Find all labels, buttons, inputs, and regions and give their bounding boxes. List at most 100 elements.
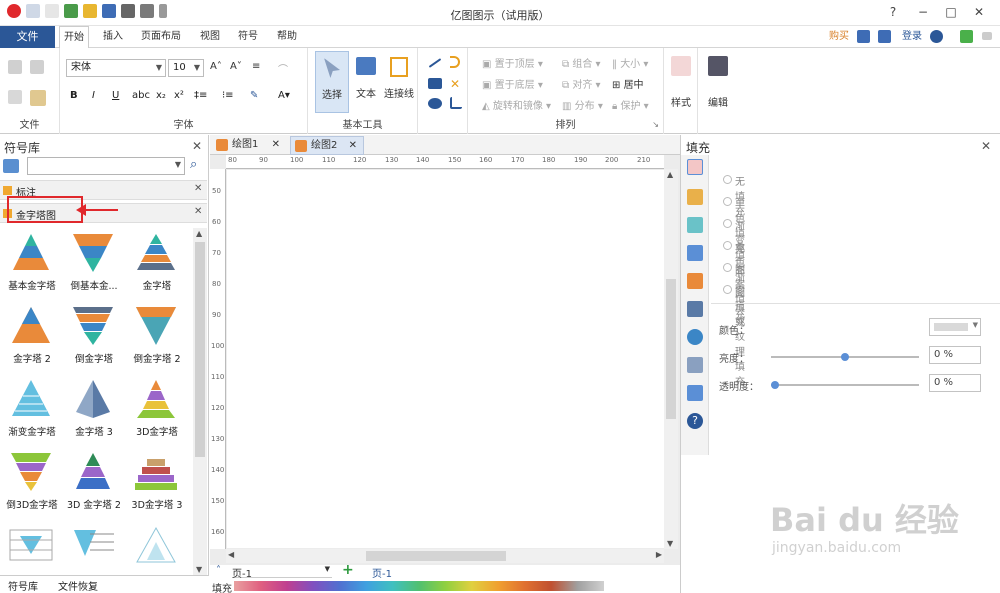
subscript-icon[interactable]: x₂ xyxy=(156,90,166,101)
transparency-input[interactable]: 0 % xyxy=(929,374,981,392)
scroll-thumb[interactable] xyxy=(666,279,676,419)
group-button[interactable]: ⧉ 组合 ▾ xyxy=(562,55,601,70)
symbol-search-input[interactable]: ▼ xyxy=(27,157,185,175)
shape-list-scrollbar[interactable]: ▲ ▼ xyxy=(193,228,207,575)
strikethrough-icon[interactable]: abc xyxy=(132,90,150,101)
canvas-horizontal-scrollbar[interactable]: ◀ ▶ xyxy=(226,549,664,563)
shape-inverted-basic-pyramid[interactable]: 倒基本金... xyxy=(63,228,125,301)
radio-button[interactable] xyxy=(723,197,732,206)
copy-icon[interactable] xyxy=(8,90,22,104)
shape-pyramid-3[interactable]: 金字塔 3 xyxy=(63,374,125,447)
shape-3d-pyramid-2[interactable]: 3D 金字塔 2 xyxy=(63,447,125,520)
comment-icon[interactable] xyxy=(687,385,703,401)
search-icon[interactable]: ⌕ xyxy=(190,157,197,172)
canvas-vertical-scrollbar[interactable]: ▲ ▼ xyxy=(664,169,678,549)
align-icon[interactable]: ≡ xyxy=(252,61,260,72)
protect-button[interactable]: 🔒︎ 保护 ▾ xyxy=(612,97,649,112)
rotate-mirror-button[interactable]: ◭ 旋转和镜像 ▾ xyxy=(482,97,551,112)
page-select[interactable]: 页-1 ▼ xyxy=(232,565,332,580)
scroll-right-icon[interactable]: ▶ xyxy=(656,550,662,559)
paste-icon[interactable] xyxy=(30,90,46,106)
line-spacing-icon[interactable]: ‡≡ xyxy=(194,90,207,101)
close-icon[interactable]: ✕ xyxy=(981,139,991,153)
tab-page-layout[interactable]: 页面布局 xyxy=(137,26,185,48)
fill-icon[interactable] xyxy=(687,159,703,175)
theme-icon[interactable] xyxy=(687,329,703,345)
tab-home[interactable]: 开始 xyxy=(59,26,89,49)
bring-to-top-button[interactable]: ▣ 置于顶层 ▾ xyxy=(482,55,543,70)
expand-arrange-icon[interactable]: ↘ xyxy=(652,120,659,129)
crop-icon[interactable] xyxy=(450,97,462,109)
shape-inverted-pyramid-table[interactable] xyxy=(63,520,125,575)
ellipse-icon[interactable] xyxy=(428,98,442,109)
shape-pyramid-2[interactable]: 金字塔 2 xyxy=(1,301,63,374)
scroll-down-icon[interactable]: ▼ xyxy=(667,539,673,548)
brightness-input[interactable]: 0 % xyxy=(929,346,981,364)
scroll-up-icon[interactable]: ▲ xyxy=(196,229,202,238)
shape-basic-pyramid[interactable]: 基本金字塔 xyxy=(1,228,63,301)
curve-icon[interactable] xyxy=(450,56,460,68)
shape-pyramid[interactable]: 金字塔 xyxy=(126,228,188,301)
shape-inverted-pyramid-2[interactable]: 倒金字塔 2 xyxy=(126,301,188,374)
image-icon[interactable] xyxy=(687,245,703,261)
edit-button-label[interactable]: 编辑 xyxy=(698,94,738,109)
select-tool[interactable]: 选择 xyxy=(315,51,349,113)
superscript-icon[interactable]: x² xyxy=(174,90,184,101)
maximize-button[interactable]: □ xyxy=(938,3,964,21)
shape-inverted-pyramid[interactable]: 倒金字塔 xyxy=(63,301,125,374)
ribbon-toggle-icon[interactable] xyxy=(982,32,992,40)
scroll-thumb[interactable] xyxy=(195,242,205,457)
tab-view[interactable]: 视图 xyxy=(196,26,224,48)
scroll-up-icon[interactable]: ▲ xyxy=(667,170,673,179)
underline-icon[interactable]: U xyxy=(112,90,119,101)
center-button[interactable]: ⊞ 居中 xyxy=(612,76,644,91)
close-icon[interactable]: ✕ xyxy=(194,206,202,217)
minimize-button[interactable]: − xyxy=(910,3,936,21)
font-name-select[interactable]: 宋体 ▼ xyxy=(66,59,166,77)
radio-button[interactable] xyxy=(723,175,732,184)
buy-link[interactable]: 购买 xyxy=(825,26,853,48)
distribute-button[interactable]: ▥ 分布 ▾ xyxy=(562,97,603,112)
drawing-page[interactable] xyxy=(227,170,664,548)
italic-icon[interactable]: I xyxy=(92,90,95,101)
align-button[interactable]: ⧉ 对齐 ▾ xyxy=(562,76,601,91)
line-icon[interactable] xyxy=(428,58,442,68)
tab-file-recovery[interactable]: 文件恢复 xyxy=(58,578,98,593)
slider-knob[interactable] xyxy=(771,381,779,389)
slider-knob[interactable] xyxy=(841,353,849,361)
spacing-icon[interactable]: ⌒ xyxy=(278,61,288,76)
brightness-slider[interactable] xyxy=(771,353,919,361)
text-highlight-icon[interactable]: ✎ xyxy=(250,90,258,101)
tab-symbol-library[interactable]: 符号库 xyxy=(8,578,38,593)
transparency-slider[interactable] xyxy=(771,381,919,389)
format-painter-icon[interactable] xyxy=(30,60,44,74)
bold-icon[interactable]: B xyxy=(70,90,78,101)
text-tool[interactable]: 文本 xyxy=(352,51,380,113)
close-icon[interactable]: ✕ xyxy=(272,136,280,154)
shape-gradient-pyramid[interactable]: 渐变金字塔 xyxy=(1,374,63,447)
library-icon[interactable] xyxy=(3,159,19,173)
close-icon[interactable]: ✕ xyxy=(349,137,357,155)
layer-icon[interactable] xyxy=(687,273,703,289)
shape-inverted-3d-pyramid[interactable]: 倒3D金字塔 xyxy=(1,447,63,520)
chevron-up-icon[interactable]: ˄ xyxy=(216,565,221,576)
rectangle-icon[interactable] xyxy=(428,78,442,89)
font-color-icon[interactable]: A▾ xyxy=(278,90,290,101)
attribute-icon[interactable] xyxy=(687,357,703,373)
shape-pyramid-table[interactable] xyxy=(1,520,63,575)
size-button[interactable]: ‖ 大小 ▾ xyxy=(612,55,648,70)
send-to-bottom-button[interactable]: ▣ 置于底层 ▾ xyxy=(482,76,543,91)
help-icon[interactable]: ? xyxy=(880,3,906,21)
radio-button[interactable] xyxy=(723,219,732,228)
theme-icon[interactable] xyxy=(960,30,973,43)
page-icon[interactable] xyxy=(687,301,703,317)
cut-icon[interactable] xyxy=(8,60,22,74)
scroll-thumb[interactable] xyxy=(366,551,506,561)
login-link[interactable]: 登录 xyxy=(898,26,926,48)
radio-button[interactable] xyxy=(723,285,732,294)
cross-icon[interactable]: ✕ xyxy=(450,78,462,90)
add-page-icon[interactable]: + xyxy=(342,562,354,578)
scroll-left-icon[interactable]: ◀ xyxy=(228,550,234,559)
grow-font-icon[interactable]: A˄ xyxy=(210,61,222,72)
page-tab[interactable]: 页-1 xyxy=(372,565,392,580)
